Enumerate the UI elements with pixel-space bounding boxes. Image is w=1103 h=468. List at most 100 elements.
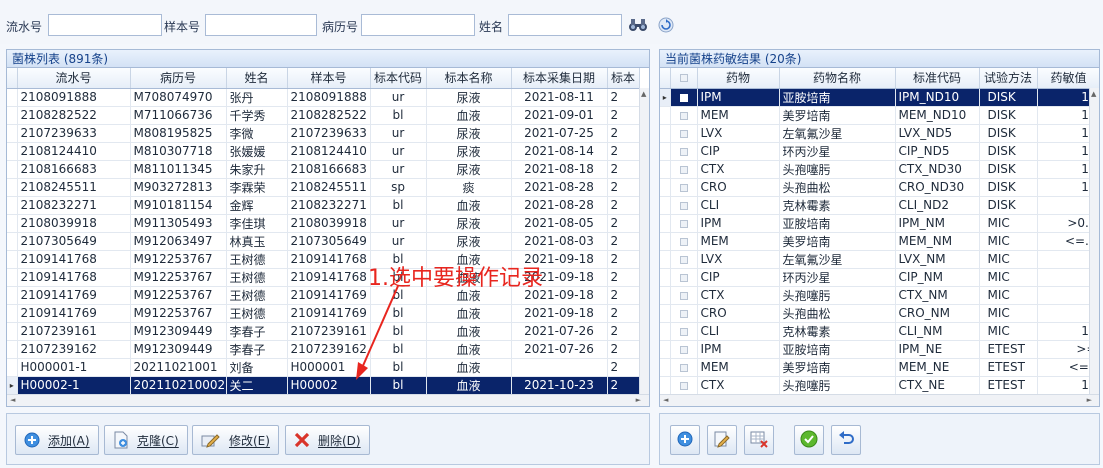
select-all-checkbox[interactable]	[679, 74, 688, 83]
row-checkbox[interactable]	[679, 165, 688, 174]
row-checkbox-cell[interactable]	[670, 268, 698, 287]
susceptibility-cell[interactable]: MIC	[979, 232, 1038, 251]
strain-cell[interactable]: ur	[370, 232, 427, 251]
strain-cell[interactable]: 2108166683	[17, 160, 131, 179]
strain-cell[interactable]: 2109141768	[17, 268, 131, 287]
susceptibility-cell[interactable]: CIP	[697, 268, 780, 287]
strain-cell[interactable]: ur	[370, 214, 427, 233]
susceptibility-cell[interactable]: CLI	[697, 322, 780, 341]
strain-row[interactable]: 2107239161 M912309449 李春子 2107239161 bl 血液 202…	[7, 322, 640, 341]
row-checkbox-cell[interactable]	[670, 250, 698, 269]
strain-cell[interactable]: 尿液	[426, 142, 512, 161]
add-result-button[interactable]	[670, 425, 700, 455]
strain-cell[interactable]: 朱家升	[226, 160, 288, 179]
strain-row[interactable]: 2107239633 M808195825 李微 2107239633 ur 尿液 2021…	[7, 124, 640, 143]
susceptibility-row[interactable]: CRO头孢曲松CRO_NMMIC8	[660, 304, 1099, 323]
susceptibility-cell[interactable]: MEM	[697, 106, 780, 125]
susceptibility-cell[interactable]: LVX	[697, 124, 780, 143]
strain-cell[interactable]: 2	[607, 124, 640, 143]
binoculars-search-icon[interactable]	[627, 14, 649, 36]
row-checkbox-cell[interactable]	[670, 322, 698, 341]
strain-cell[interactable]: bl	[370, 106, 427, 125]
strain-cell[interactable]: 王树德	[226, 250, 288, 269]
susceptibility-row[interactable]: CRO头孢曲松CRO_ND30DISK12	[660, 178, 1099, 197]
susceptibility-cell[interactable]: IPM	[697, 340, 780, 359]
strain-cell[interactable]: 2	[607, 160, 640, 179]
strain-cell[interactable]: 2108245511	[17, 178, 131, 197]
strain-row[interactable]: 2107239162 M912309449 李春子 2107239162 bl 血液 202…	[7, 340, 640, 359]
refresh-icon[interactable]	[655, 14, 677, 36]
susceptibility-cell[interactable]: ETEST	[979, 340, 1038, 359]
strain-cell[interactable]: 2108091888	[17, 88, 131, 107]
susceptibility-cell[interactable]: 左氧氟沙星	[779, 124, 896, 143]
susceptibility-row[interactable]: CLI克林霉素CLI_ND2DISK6	[660, 196, 1099, 215]
row-checkbox[interactable]	[679, 255, 688, 264]
susceptibility-cell[interactable]: MEM	[697, 232, 780, 251]
row-checkbox-cell[interactable]	[670, 142, 698, 161]
strain-row[interactable]: 2107305649 M912063497 林真玉 2107305649 ur 尿液 202…	[7, 232, 640, 251]
strain-cell[interactable]: 2	[607, 106, 640, 125]
strain-cell[interactable]: 2107239162	[17, 340, 131, 359]
strain-horizontal-scrollbar[interactable]: ◄ ►	[7, 394, 649, 406]
susceptibility-cell[interactable]: CTX_NM	[895, 286, 980, 305]
susceptibility-cell[interactable]: CIP	[697, 142, 780, 161]
strain-cell[interactable]: 千学秀	[226, 106, 288, 125]
strain-cell[interactable]: 张丹	[226, 88, 288, 107]
strain-cell[interactable]: 2108232271	[287, 196, 371, 215]
susceptibility-cell[interactable]: 美罗培南	[779, 106, 896, 125]
strain-cell[interactable]: 2108124410	[287, 142, 371, 161]
strain-cell[interactable]: 2109141768	[287, 250, 371, 269]
susceptibility-vertical-scrollbar[interactable]: ▲	[1089, 88, 1099, 394]
strain-cell[interactable]: 2108232271	[17, 196, 131, 215]
susceptibility-cell[interactable]: MIC	[979, 268, 1038, 287]
row-checkbox[interactable]	[679, 93, 688, 102]
susceptibility-row[interactable]: CTX头孢噻肟CTX_NMMIC4	[660, 286, 1099, 305]
susceptibility-horizontal-scrollbar[interactable]: ◄ ►	[660, 394, 1099, 406]
strain-cell[interactable]: 王树德	[226, 286, 288, 305]
col-header-sample[interactable]: 样本号	[287, 68, 371, 89]
strain-cell[interactable]: sp	[370, 178, 427, 197]
susceptibility-cell[interactable]: MEM_NM	[895, 232, 980, 251]
susceptibility-cell[interactable]: 亚胺培南	[779, 340, 896, 359]
susceptibility-cell[interactable]: MEM_NE	[895, 358, 980, 377]
strain-cell[interactable]: 2108245511	[287, 178, 371, 197]
strain-cell[interactable]: M808195825	[130, 124, 227, 143]
delete-rows-button[interactable]	[744, 425, 774, 455]
susceptibility-row[interactable]: CIP环丙沙星CIP_ND5DISK14	[660, 142, 1099, 161]
col-header-specimen-name[interactable]: 标本名称	[426, 68, 512, 89]
susceptibility-cell[interactable]: MEM	[697, 358, 780, 377]
strain-cell[interactable]: M811011345	[130, 160, 227, 179]
col-header-record[interactable]: 病历号	[130, 68, 227, 89]
strain-cell[interactable]: 2	[607, 340, 640, 359]
strain-cell[interactable]: 2109141768	[17, 250, 131, 269]
strain-cell[interactable]: 李春子	[226, 322, 288, 341]
add-button[interactable]: 添加(A)	[15, 425, 99, 455]
name-input[interactable]	[508, 14, 622, 36]
susceptibility-row[interactable]: CTX头孢噻肟CTX_ND30DISK13	[660, 160, 1099, 179]
undo-button[interactable]	[831, 425, 861, 455]
susceptibility-row[interactable]: CTX头孢噻肟CTX_NEETEST15	[660, 376, 1099, 395]
susceptibility-cell[interactable]: ETEST	[979, 376, 1038, 395]
strain-cell[interactable]: M912253767	[130, 268, 227, 287]
susceptibility-cell[interactable]: 环丙沙星	[779, 268, 896, 287]
susceptibility-cell[interactable]: 左氧氟沙星	[779, 250, 896, 269]
strain-cell[interactable]: 血液	[426, 196, 512, 215]
strain-cell[interactable]: 2108282522	[287, 106, 371, 125]
susceptibility-cell[interactable]: CTX	[697, 160, 780, 179]
strain-cell[interactable]: M912063497	[130, 232, 227, 251]
row-checkbox-cell[interactable]	[670, 358, 698, 377]
strain-cell[interactable]: 张媛媛	[226, 142, 288, 161]
strain-cell[interactable]: 2021-09-18	[511, 304, 608, 323]
strain-cell[interactable]: 2	[607, 178, 640, 197]
strain-cell[interactable]: ur	[370, 160, 427, 179]
susceptibility-cell[interactable]: DISK	[979, 88, 1038, 107]
strain-cell[interactable]: 2	[607, 322, 640, 341]
strain-cell[interactable]: 2109141769	[17, 286, 131, 305]
susceptibility-cell[interactable]: CRO	[697, 178, 780, 197]
strain-cell[interactable]: 202110210002	[130, 376, 227, 395]
strain-row[interactable]: 2108232271 M910181154 金辉 2108232271 bl 血液 2021…	[7, 196, 640, 215]
susceptibility-row[interactable]: MEM 美罗培南 MEM_NE ETEST <=0	[660, 358, 1099, 377]
row-checkbox[interactable]	[679, 219, 688, 228]
susceptibility-cell[interactable]: CRO_ND30	[895, 178, 980, 197]
strain-cell[interactable]: 血液	[426, 304, 512, 323]
